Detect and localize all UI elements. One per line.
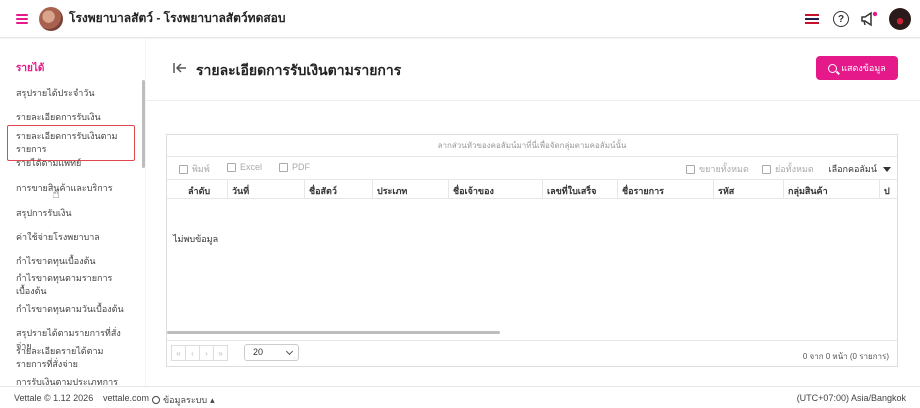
excel-icon <box>227 162 236 172</box>
sidebar-scrollbar[interactable] <box>142 80 145 168</box>
sidebar-item-income-by-doctor[interactable]: รายได้ตามแพทย์ <box>16 157 128 170</box>
col-header-type[interactable]: ประเภท <box>372 180 407 199</box>
sidebar-item-profit-loss-by-day[interactable]: กำไรขาดทุนตามวันเบื้องต้น <box>16 303 128 316</box>
version-text: Vettale © 1.12 2026 <box>14 393 94 403</box>
collapse-all-button[interactable]: ย่อทั้งหมด <box>762 162 814 176</box>
hand-cursor-icon: ☝ <box>52 186 60 201</box>
next-page-button[interactable]: › <box>199 345 214 361</box>
system-info-label: ข้อมูลระบบ <box>163 395 208 405</box>
print-label: พิมพ์ <box>192 164 210 174</box>
sidebar-item-daily-income[interactable]: สรุปรายได้ประจำวัน <box>16 87 128 100</box>
footer: Vettale © 1.12 2026 vettale.com ข้อมูลระ… <box>0 386 920 408</box>
col-header-owner[interactable]: ชื่อเจ้าของ <box>448 180 494 199</box>
avatar[interactable] <box>889 8 911 30</box>
show-data-button[interactable]: แสดงข้อมูล <box>816 56 898 80</box>
prev-page-button[interactable]: ‹ <box>185 345 200 361</box>
caret-up-icon: ▴ <box>210 394 215 405</box>
page-title: รายละเอียดการรับเงินตามรายการ <box>196 62 402 78</box>
column-chooser[interactable]: เลือกคอลัมน์ <box>829 162 891 176</box>
sidebar: รายได้ สรุปรายได้ประจำวัน รายละเอียดการร… <box>0 39 145 386</box>
pager-nav: « ‹ › » <box>171 345 228 361</box>
collapse-icon <box>762 164 771 174</box>
column-chooser-label: เลือกคอลัมน์ <box>828 164 877 174</box>
back-arrow-icon[interactable] <box>173 61 187 77</box>
megaphone-icon[interactable] <box>860 11 878 27</box>
col-header-item-name[interactable]: ชื่อรายการ <box>617 180 664 199</box>
sidebar-item-sales[interactable]: การขายสินค้าและบริการ <box>16 182 128 195</box>
sidebar-item-payment-by-type[interactable]: การรับเงินตามประเภทการชำระ <box>16 376 128 386</box>
thailand-flag-icon[interactable] <box>805 14 819 24</box>
page-size-select[interactable]: 20 <box>244 344 299 361</box>
grid-header-row: ลำดับ วันที่ ชื่อสัตว์ ประเภท ชื่อเจ้าขอ… <box>167 180 897 199</box>
sidebar-item-income-detail-by-order[interactable]: รายละเอียดรายได้ตามรายการที่สั่งจ่าย <box>16 345 128 371</box>
collapse-all-label: ย่อทั้งหมด <box>775 164 814 174</box>
printer-icon <box>179 164 188 174</box>
col-header-code[interactable]: รหัส <box>713 180 734 199</box>
col-header-product-group[interactable]: กลุ่มสินค้า <box>783 180 828 199</box>
app-title: โรงพยาบาลสัตว์ - โรงพยาบาลสัตว์ทดสอบ <box>69 11 286 25</box>
group-panel[interactable]: ลากส่วนหัวของคอลัมน์มาที่นี่เพื่อจัดกลุ่… <box>167 135 897 157</box>
first-page-button[interactable]: « <box>171 345 186 361</box>
sidebar-item-hospital-expense[interactable]: ค่าใช้จ่ายโรงพยาบาล <box>16 231 128 244</box>
pdf-icon <box>279 162 288 172</box>
sidebar-heading: รายได้ <box>16 63 45 74</box>
expand-all-button[interactable]: ขยายทั้งหมด <box>686 162 749 176</box>
help-icon[interactable]: ? <box>833 11 849 27</box>
col-header-order[interactable]: ลำดับ <box>188 184 210 198</box>
page-header: รายละเอียดการรับเงินตามรายการ แสดงข้อมูล <box>146 39 920 101</box>
sidebar-item-payment-detail[interactable]: รายละเอียดการรับเงิน <box>16 111 128 124</box>
top-bar: โรงพยาบาลสัตว์ - โรงพยาบาลสัตว์ทดสอบ ? <box>0 0 920 38</box>
data-grid: ลากส่วนหัวของคอลัมน์มาที่นี่เพื่อจัดกลุ่… <box>166 134 898 367</box>
grid-toolbar: พิมพ์ Excel PDF ขยายทั้งหมด ย่อทั้งหมด เ… <box>167 157 897 180</box>
last-page-button[interactable]: » <box>213 345 228 361</box>
col-header-more[interactable]: ป <box>879 180 890 199</box>
system-info-toggle[interactable]: ข้อมูลระบบ ▴ <box>152 393 215 407</box>
sidebar-item-payment-by-item[interactable]: รายละเอียดการรับเงินตามรายการ <box>7 125 135 161</box>
pdf-button[interactable]: PDF <box>279 162 310 172</box>
pdf-label: PDF <box>292 162 310 172</box>
expand-all-label: ขยายทั้งหมด <box>699 164 749 174</box>
clock-icon <box>152 396 160 404</box>
col-header-date[interactable]: วันที่ <box>227 180 249 199</box>
site-link[interactable]: vettale.com <box>103 393 149 403</box>
pager-info: 0 จาก 0 หน้า (0 รายการ) <box>802 352 889 361</box>
page-size-value: 20 <box>253 347 264 357</box>
sidebar-item-profit-loss[interactable]: กำไรขาดทุนเบื้องต้น <box>16 255 128 268</box>
show-data-label: แสดงข้อมูล <box>841 63 886 73</box>
search-icon <box>828 63 838 73</box>
app-logo <box>39 6 63 31</box>
print-button[interactable]: พิมพ์ <box>179 162 210 176</box>
sidebar-item-payment-summary[interactable]: สรุปการรับเงิน <box>16 207 128 220</box>
col-header-pet-name[interactable]: ชื่อสัตว์ <box>304 180 337 199</box>
caret-down-icon <box>883 166 891 172</box>
menu-icon[interactable] <box>16 13 28 24</box>
horizontal-scrollbar[interactable] <box>167 331 500 334</box>
excel-label: Excel <box>240 162 263 172</box>
content-panel: ลากส่วนหัวของคอลัมน์มาที่นี่เพื่อจัดกลุ่… <box>146 101 920 386</box>
no-data-message: ไม่พบข้อมูล <box>173 234 219 244</box>
col-header-receipt-no[interactable]: เลขที่ใบเสร็จ <box>542 180 596 199</box>
sidebar-item-profit-loss-by-item[interactable]: กำไรขาดทุนตามรายการเบื้องต้น <box>16 272 128 298</box>
pager: « ‹ › » 20 0 จาก 0 หน้า (0 รายการ) <box>167 340 897 366</box>
chevron-down-icon <box>285 347 294 356</box>
expand-icon <box>686 164 695 174</box>
timezone-text: (UTC+07:00) Asia/Bangkok <box>796 393 906 403</box>
excel-button[interactable]: Excel <box>227 162 262 172</box>
